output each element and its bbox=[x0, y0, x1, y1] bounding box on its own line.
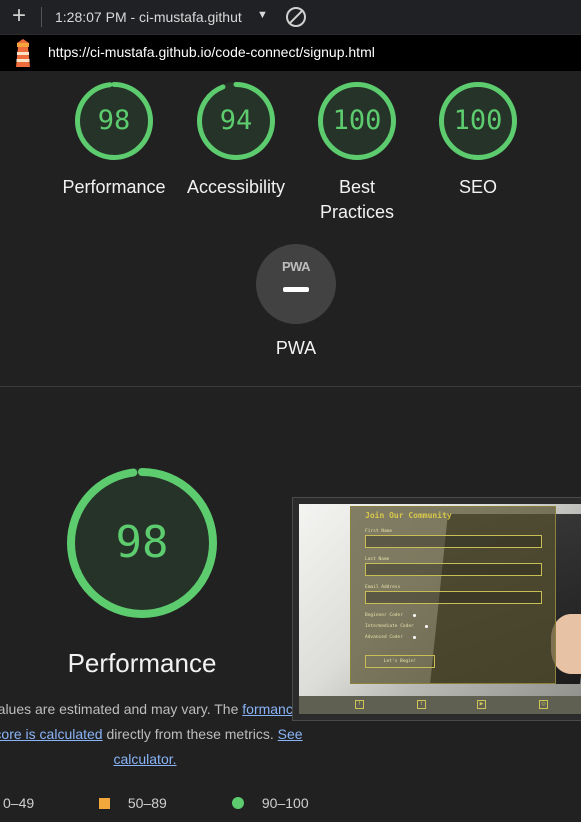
gauge-best-practices[interactable]: 100 Best Practices bbox=[312, 81, 402, 225]
legend-fail: 0–49 bbox=[3, 795, 34, 811]
last-name-label: Last Name bbox=[365, 557, 390, 562]
section-divider bbox=[0, 386, 581, 387]
clear-icon[interactable] bbox=[286, 7, 306, 27]
lighthouse-icon bbox=[16, 39, 30, 67]
screenshot-image: Join Our Community First Name Last Name … bbox=[299, 504, 581, 714]
signup-form-preview: Join Our Community First Name Last Name … bbox=[350, 506, 556, 684]
performance-large-score: 98 bbox=[115, 517, 169, 568]
pwa-label: PWA bbox=[275, 338, 317, 358]
seo-label: SEO bbox=[458, 177, 497, 197]
youtube-icon: ▶ bbox=[477, 700, 486, 709]
gauge-performance[interactable]: 98 Performance bbox=[54, 81, 174, 200]
average-square-icon bbox=[99, 798, 110, 809]
intermediate-label: Intermediate Coder bbox=[365, 624, 414, 629]
performance-description: Values are estimated and may vary. The f… bbox=[0, 697, 310, 772]
performance-label: Performance bbox=[62, 177, 166, 197]
intermediate-radio bbox=[425, 625, 428, 628]
beginner-radio bbox=[413, 614, 416, 617]
best-practices-label: Best Practices bbox=[319, 177, 395, 222]
report-selector[interactable]: 1:28:07 PM - ci-mustafa.githut bbox=[55, 9, 242, 25]
final-screenshot[interactable]: Join Our Community First Name Last Name … bbox=[292, 497, 581, 721]
new-report-icon[interactable]: + bbox=[9, 4, 29, 28]
form-title: Join Our Community bbox=[365, 511, 452, 520]
url-bar: https://ci-mustafa.github.io/code-connec… bbox=[0, 35, 581, 71]
toolbar-divider bbox=[41, 7, 42, 27]
chevron-down-icon[interactable]: ▼ bbox=[257, 9, 268, 21]
devtools-toolbar: + 1:28:07 PM - ci-mustafa.githut ▼ bbox=[0, 0, 581, 35]
accessibility-label: Accessibility bbox=[186, 177, 286, 197]
legend-pass: 90–100 bbox=[232, 795, 309, 811]
instagram-icon: ◎ bbox=[539, 700, 548, 709]
performance-score: 98 bbox=[97, 105, 131, 136]
legend-pass-range: 90–100 bbox=[261, 795, 309, 811]
last-name-field bbox=[365, 563, 542, 576]
first-name-label: First Name bbox=[365, 529, 393, 534]
pass-circle-icon bbox=[232, 797, 244, 809]
best-practices-score: 100 bbox=[332, 105, 382, 136]
legend-average: 50–89 bbox=[99, 795, 167, 811]
page-url: https://ci-mustafa.github.io/code-connec… bbox=[48, 44, 375, 60]
performance-section-title: Performance bbox=[67, 648, 217, 678]
advanced-radio bbox=[413, 636, 416, 639]
seo-score: 100 bbox=[453, 105, 503, 136]
gauge-seo[interactable]: 100 SEO bbox=[418, 81, 538, 200]
lets-begin-button: Let's Begin! bbox=[365, 655, 435, 668]
advanced-label: Advanced Coder bbox=[365, 635, 403, 640]
accessibility-score: 94 bbox=[219, 105, 253, 136]
email-field bbox=[365, 591, 542, 604]
pwa-dash-icon bbox=[283, 287, 309, 292]
first-name-field bbox=[365, 535, 542, 548]
preview-footer: f t ▶ ◎ bbox=[299, 696, 581, 714]
beginner-label: Beginner Coder bbox=[365, 613, 403, 618]
gauge-accessibility[interactable]: 94 Accessibility bbox=[176, 81, 296, 200]
facebook-icon: f bbox=[355, 700, 364, 709]
pwa-badge[interactable]: PWA bbox=[256, 244, 336, 324]
pwa-badge-text: PWA bbox=[281, 259, 311, 274]
email-label: Email Address bbox=[365, 585, 401, 590]
legend-fail-range: 0–49 bbox=[3, 795, 35, 811]
desc-text-2: directly from these metrics. bbox=[102, 726, 278, 742]
desc-text-1: Values are estimated and may vary. The bbox=[0, 701, 243, 717]
legend-average-range: 50–89 bbox=[127, 795, 167, 811]
twitter-icon: t bbox=[417, 700, 426, 709]
